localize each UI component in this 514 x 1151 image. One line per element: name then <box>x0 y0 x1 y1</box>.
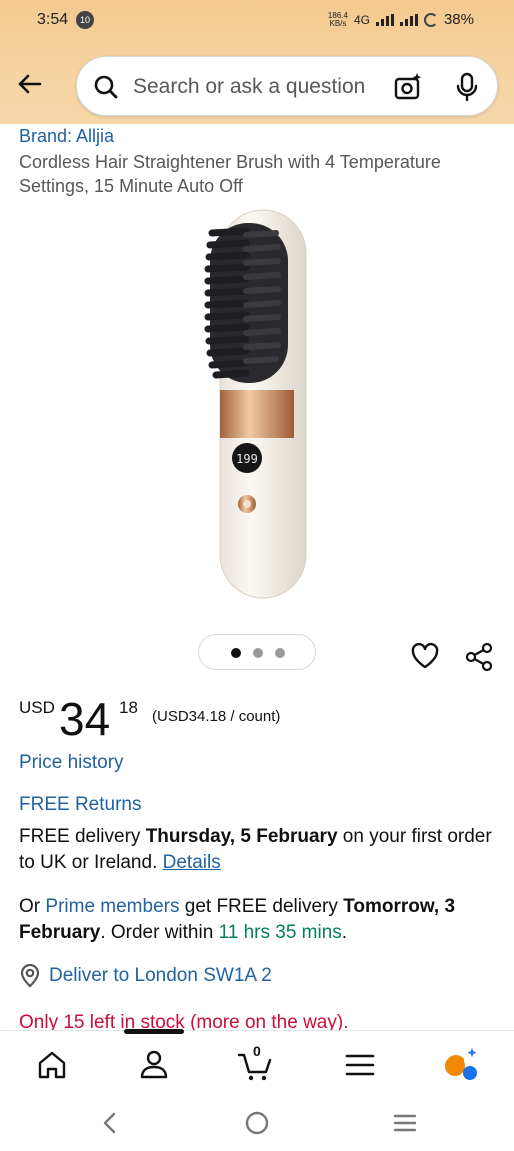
price-fraction: 18 <box>119 698 138 717</box>
prime-prefix: Or <box>19 896 46 917</box>
network-type: 4G <box>353 12 370 27</box>
system-back-icon[interactable] <box>98 1110 122 1136</box>
system-navigation-bar <box>0 1096 514 1151</box>
free-returns-link[interactable]: FREE Returns <box>19 794 141 816</box>
rufus-ai-icon[interactable] <box>442 1045 482 1085</box>
deliver-to-text[interactable]: Deliver to London SW1A 2 <box>49 965 272 987</box>
system-recents-icon[interactable] <box>392 1110 418 1136</box>
system-home-icon[interactable] <box>244 1110 270 1136</box>
signal-icon <box>375 13 394 26</box>
battery-saver-icon <box>423 12 438 27</box>
home-icon[interactable] <box>32 1045 72 1085</box>
search-icon <box>94 75 118 99</box>
image-carousel-indicator[interactable] <box>198 634 316 670</box>
stock-status: Only 15 left in stock (more on the way). <box>19 1012 349 1030</box>
prime-end: . <box>341 922 348 943</box>
order-within-label: . Order within <box>100 922 219 943</box>
bottom-navigation: 0 <box>0 1029 514 1096</box>
status-bar: 3:54 10 186.4 KB/s 4G 38% <box>0 0 514 42</box>
signal-icon-2 <box>399 13 418 26</box>
prime-middle: get FREE delivery <box>179 896 344 917</box>
display-readout: 199 <box>236 452 258 466</box>
network-speed: 186.4 KB/s <box>328 11 348 28</box>
wishlist-heart-icon[interactable] <box>410 642 440 670</box>
app-header: 3:54 10 186.4 KB/s 4G 38% Search or ask … <box>0 0 514 124</box>
carousel-dot[interactable] <box>253 648 263 658</box>
search-input[interactable]: Search or ask a question <box>133 75 365 99</box>
share-icon[interactable] <box>464 642 494 672</box>
menu-icon[interactable] <box>340 1045 380 1085</box>
carousel-dot[interactable] <box>275 648 285 658</box>
price-whole: 34 <box>59 693 111 745</box>
mic-icon[interactable] <box>455 72 479 102</box>
product-title: Cordless Hair Straightener Brush with 4 … <box>19 152 441 196</box>
price-history-link[interactable]: Price history <box>19 752 124 774</box>
status-time: 3:54 <box>37 11 69 28</box>
carousel-dot-active[interactable] <box>231 648 241 658</box>
cart-count: 0 <box>253 1043 261 1059</box>
prime-delivery-info: Or Prime members get FREE delivery Tomor… <box>19 894 509 946</box>
cart-button[interactable]: 0 <box>236 1043 276 1085</box>
delivery-prefix: FREE delivery <box>19 826 146 847</box>
delivery-date: Thursday, 5 February <box>145 826 338 847</box>
deliver-to-location[interactable]: Deliver to London SW1A 2 <box>19 964 272 988</box>
price-currency: USD <box>19 698 55 717</box>
battery-level: 38% <box>443 11 474 28</box>
product-image[interactable]: 199 <box>150 205 360 605</box>
details-link[interactable]: Details <box>163 852 221 873</box>
order-countdown: 11 hrs 35 mins <box>218 922 342 943</box>
search-bar[interactable]: Search or ask a question <box>76 56 498 116</box>
location-pin-icon <box>20 964 40 988</box>
network-speed-unit: KB/s <box>329 18 347 28</box>
delivery-info: FREE delivery Thursday, 5 February on yo… <box>19 824 499 876</box>
camera-icon[interactable] <box>393 72 423 102</box>
brand-link[interactable]: Brand: Alljia <box>19 126 114 147</box>
notification-badge: 10 <box>76 11 94 29</box>
account-icon[interactable] <box>134 1045 174 1085</box>
active-tab-indicator <box>124 1029 184 1034</box>
unit-price: (USD34.18 / count) <box>152 708 281 725</box>
status-icons: 186.4 KB/s 4G 38% <box>328 11 474 28</box>
prime-members-link[interactable]: Prime members <box>45 896 179 917</box>
back-arrow-icon[interactable] <box>14 68 46 100</box>
